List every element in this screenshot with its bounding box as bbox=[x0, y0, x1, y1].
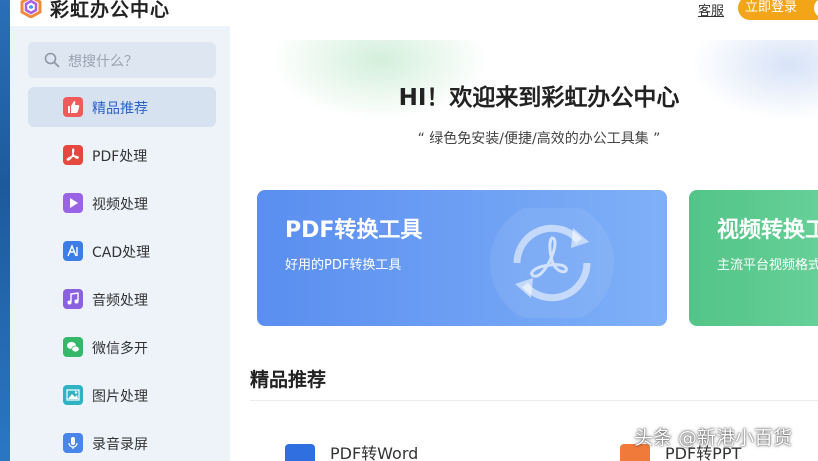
wechat-icon bbox=[63, 337, 83, 357]
sidebar-item-label: 微信多开 bbox=[92, 341, 148, 357]
sidebar-item-recording[interactable]: 录音录屏 bbox=[28, 423, 216, 461]
login-button[interactable]: 立即登录 bbox=[738, 0, 818, 20]
search-placeholder: 想搜什么？ bbox=[68, 54, 138, 70]
welcome-subtitle: “ 绿色免安装/便捷/高效的办公工具集 ” bbox=[417, 131, 661, 147]
avatar bbox=[814, 0, 818, 18]
sidebar: 想搜什么？ 精品推荐 PDF处理 视频处理 CAD处理 音频处理 微信多开 图片… bbox=[10, 26, 230, 461]
search-icon bbox=[44, 52, 60, 68]
card-description: 主流平台视频格式 bbox=[717, 258, 818, 273]
sidebar-item-label: 音频处理 bbox=[92, 293, 148, 309]
tool-label: PDF转Word bbox=[330, 444, 419, 461]
sidebar-item-label: 精品推荐 bbox=[92, 101, 148, 117]
app-title: 彩虹办公中心 bbox=[50, 0, 171, 21]
sidebar-item-audio[interactable]: 音频处理 bbox=[28, 279, 216, 319]
sidebar-item-label: 视频处理 bbox=[92, 197, 148, 213]
image-icon bbox=[63, 385, 83, 405]
sidebar-item-wechat[interactable]: 微信多开 bbox=[28, 327, 216, 367]
divider bbox=[250, 400, 818, 401]
pdf-to-word-icon bbox=[285, 444, 315, 461]
rainbow-logo-icon bbox=[20, 0, 42, 19]
sidebar-item-cad[interactable]: CAD处理 bbox=[28, 231, 216, 271]
sidebar-item-image[interactable]: 图片处理 bbox=[28, 375, 216, 415]
thumbs-up-icon bbox=[63, 97, 83, 117]
section-title: 精品推荐 bbox=[250, 369, 327, 391]
desktop-edge bbox=[0, 0, 10, 461]
pdf-icon bbox=[63, 145, 83, 165]
sidebar-item-label: 录音录屏 bbox=[92, 437, 148, 453]
video-play-icon bbox=[63, 193, 83, 213]
sidebar-item-featured[interactable]: 精品推荐 bbox=[28, 87, 216, 127]
video-converter-card[interactable]: 视频转换工 主流平台视频格式 bbox=[689, 190, 818, 326]
sidebar-item-video[interactable]: 视频处理 bbox=[28, 183, 216, 223]
sidebar-item-label: 图片处理 bbox=[92, 389, 148, 405]
login-button-label: 立即登录 bbox=[745, 0, 798, 15]
customer-service-link[interactable]: 客服 bbox=[698, 0, 724, 19]
card-title: 视频转换工 bbox=[717, 218, 818, 243]
pdf-converter-card[interactable]: PDF转换工具 好用的PDF转换工具 bbox=[257, 190, 667, 326]
microphone-icon bbox=[63, 433, 83, 453]
card-description: 好用的PDF转换工具 bbox=[285, 258, 402, 273]
pdf-convert-icon bbox=[490, 208, 614, 318]
card-title: PDF转换工具 bbox=[285, 218, 423, 243]
welcome-title: HI！欢迎来到彩虹办公中心 bbox=[398, 85, 680, 111]
watermark: 头条 @新港小百货 bbox=[634, 427, 793, 449]
cad-icon bbox=[63, 241, 83, 261]
main-content: HI！欢迎来到彩虹办公中心 “ 绿色免安装/便捷/高效的办公工具集 ” PDF转… bbox=[230, 40, 818, 461]
search-input[interactable]: 想搜什么？ bbox=[28, 42, 216, 78]
sidebar-item-label: PDF处理 bbox=[92, 149, 148, 165]
sidebar-item-label: CAD处理 bbox=[92, 245, 151, 261]
app-header: 彩虹办公中心 客服 立即登录 bbox=[10, 0, 818, 26]
music-icon bbox=[63, 289, 83, 309]
sidebar-item-pdf[interactable]: PDF处理 bbox=[28, 135, 216, 175]
